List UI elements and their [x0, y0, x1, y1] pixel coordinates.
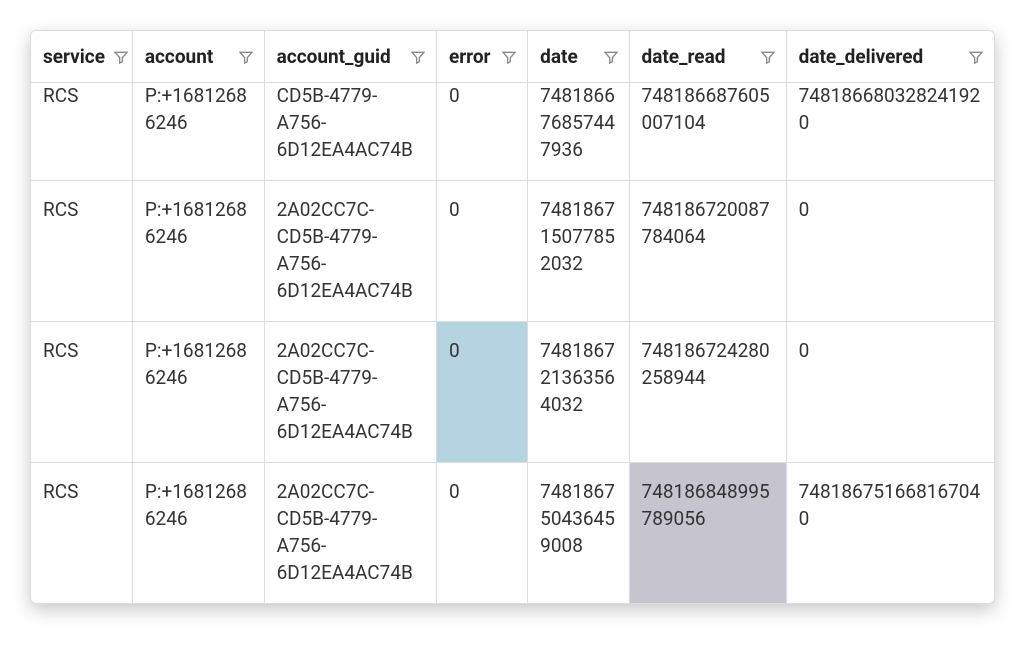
cell-error[interactable]: 0 — [436, 321, 527, 462]
filter-icon[interactable] — [603, 49, 619, 65]
data-grid: service account — [30, 30, 995, 604]
col-header-label: date — [540, 45, 578, 68]
col-header-date-delivered[interactable]: date_delivered — [786, 31, 994, 83]
cell-date-read[interactable]: 748186724280258944 — [629, 321, 786, 462]
filter-icon[interactable] — [238, 49, 254, 65]
col-header-label: date_delivered — [799, 45, 924, 68]
filter-icon[interactable] — [410, 49, 426, 65]
cell-account-guid[interactable]: 2A02CC7C-CD5B-4779-A756-6D12EA4AC74B — [264, 321, 436, 462]
col-header-date-read[interactable]: date_read — [629, 31, 786, 83]
cell-account[interactable]: P:+16812686246 — [132, 321, 264, 462]
cell-account-guid[interactable]: 2A02CC7C-CD5B-4779-A756-6D12EA4AC74B — [264, 180, 436, 321]
cell-date-delivered[interactable]: 748186680328241920 — [786, 83, 994, 181]
filter-icon[interactable] — [113, 49, 129, 65]
col-header-label: date_read — [642, 45, 726, 68]
cell-account[interactable]: P:+16812686246 — [132, 83, 264, 181]
filter-icon[interactable] — [501, 49, 517, 65]
filter-icon[interactable] — [760, 49, 776, 65]
table-row[interactable]: RCS P:+16812686246 CD5B-4779-A756-6D12EA… — [31, 83, 994, 181]
cell-account-guid[interactable]: CD5B-4779-A756-6D12EA4AC74B — [264, 83, 436, 181]
col-header-label: account_guid — [277, 45, 391, 68]
cell-account[interactable]: P:+16812686246 — [132, 462, 264, 602]
cell-date-read[interactable]: 748186848995789056 — [629, 462, 786, 602]
cell-date-read[interactable]: 748186720087784064 — [629, 180, 786, 321]
cell-error[interactable]: 0 — [436, 462, 527, 602]
col-header-label: account — [145, 45, 213, 68]
cell-date-delivered[interactable]: 0 — [786, 180, 994, 321]
col-header-account-guid[interactable]: account_guid — [264, 31, 436, 83]
table-row[interactable]: RCS P:+16812686246 2A02CC7C-CD5B-4779-A7… — [31, 462, 994, 602]
table: service account — [31, 31, 994, 603]
cell-date[interactable]: 748186676857447936 — [528, 83, 629, 181]
col-header-service[interactable]: service — [31, 31, 132, 83]
cell-account-guid[interactable]: 2A02CC7C-CD5B-4779-A756-6D12EA4AC74B — [264, 462, 436, 602]
col-header-label: service — [43, 45, 105, 68]
col-header-account[interactable]: account — [132, 31, 264, 83]
cell-service[interactable]: RCS — [31, 321, 132, 462]
cell-date[interactable]: 748186715077852032 — [528, 180, 629, 321]
col-header-label: error — [449, 45, 491, 68]
cell-date-read[interactable]: 748186687605007104 — [629, 83, 786, 181]
filter-icon[interactable] — [968, 49, 984, 65]
cell-date-delivered[interactable]: 748186751668167040 — [786, 462, 994, 602]
cell-date-delivered[interactable]: 0 — [786, 321, 994, 462]
table-header-row: service account — [31, 31, 994, 83]
table-body: RCS P:+16812686246 CD5B-4779-A756-6D12EA… — [31, 83, 994, 603]
cell-error[interactable]: 0 — [436, 83, 527, 181]
cell-error[interactable]: 0 — [436, 180, 527, 321]
col-header-date[interactable]: date — [528, 31, 629, 83]
cell-account[interactable]: P:+16812686246 — [132, 180, 264, 321]
cell-service[interactable]: RCS — [31, 180, 132, 321]
cell-date[interactable]: 748186750436459008 — [528, 462, 629, 602]
table-row[interactable]: RCS P:+16812686246 2A02CC7C-CD5B-4779-A7… — [31, 180, 994, 321]
table-row[interactable]: RCS P:+16812686246 2A02CC7C-CD5B-4779-A7… — [31, 321, 994, 462]
col-header-error[interactable]: error — [436, 31, 527, 83]
cell-service[interactable]: RCS — [31, 462, 132, 602]
cell-date[interactable]: 748186721363564032 — [528, 321, 629, 462]
cell-service[interactable]: RCS — [31, 83, 132, 181]
